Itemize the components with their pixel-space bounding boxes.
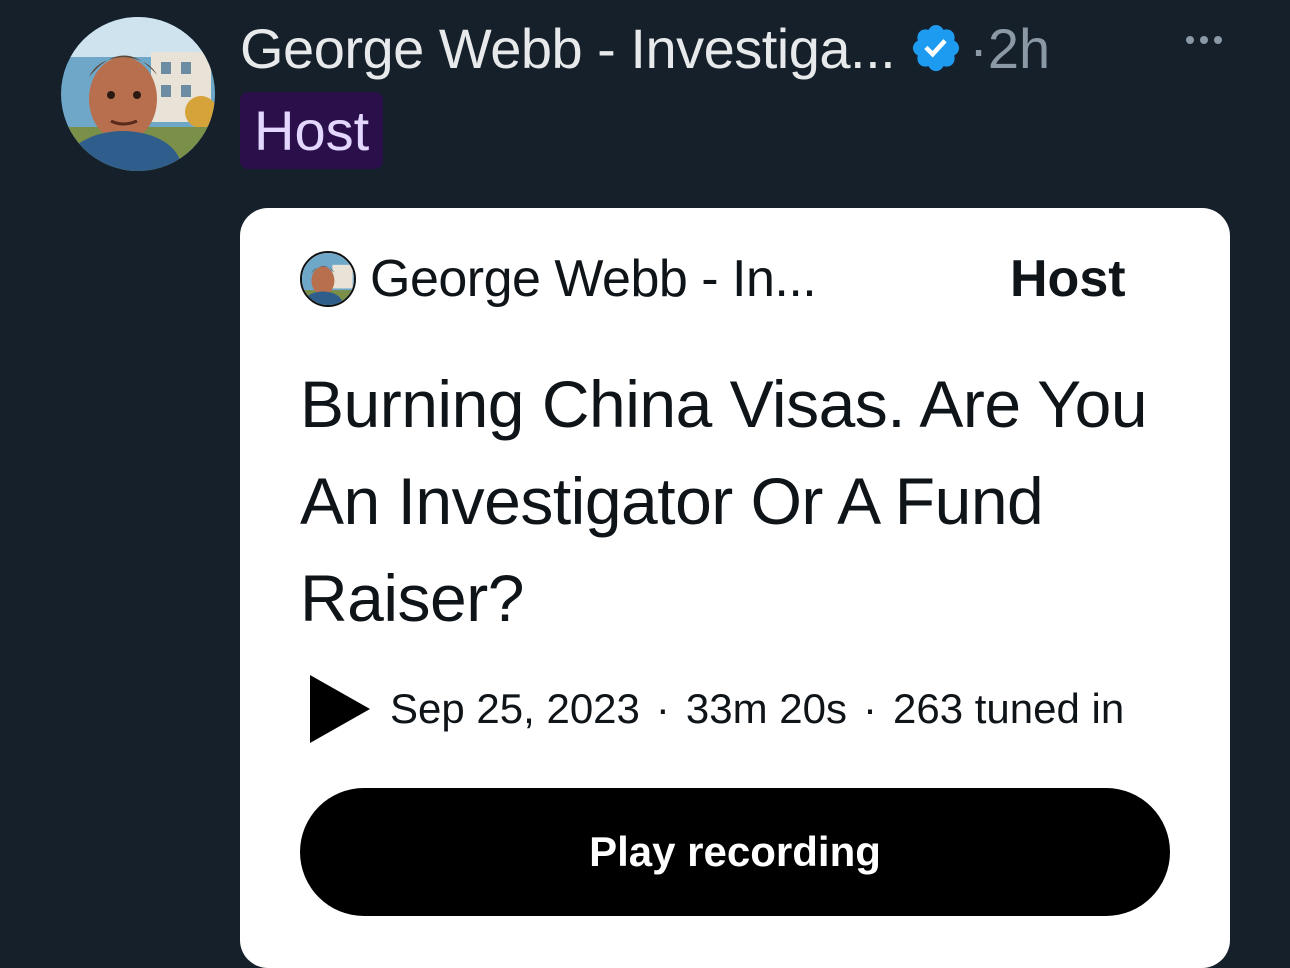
space-host-label: Host xyxy=(1010,250,1126,308)
space-host-name: George Webb - In... xyxy=(370,250,817,308)
host-badge: Host xyxy=(240,92,384,169)
display-name[interactable]: George Webb - Investiga... xyxy=(240,16,896,81)
play-recording-button[interactable]: Play recording xyxy=(300,788,1170,916)
space-listeners: 263 tuned in xyxy=(892,685,1125,732)
meta-separator: · xyxy=(862,685,877,732)
tweet-timestamp[interactable]: 2h xyxy=(988,16,1050,81)
space-date: Sep 25, 2023 xyxy=(390,685,640,732)
play-icon[interactable] xyxy=(310,675,370,743)
time-separator: · xyxy=(969,16,988,80)
space-card[interactable]: George Webb - In... Host Burning China V… xyxy=(240,208,1230,968)
more-options-icon[interactable] xyxy=(1180,28,1228,52)
user-avatar[interactable] xyxy=(61,17,215,171)
meta-separator: · xyxy=(655,685,670,732)
space-meta: Sep 25, 2023 · 33m 20s · 263 tuned in xyxy=(310,674,1124,744)
space-duration: 33m 20s xyxy=(685,685,847,732)
space-host-avatar xyxy=(300,251,356,307)
verified-badge-icon xyxy=(909,21,963,75)
space-title: Burning China Visas. Are You An Investig… xyxy=(300,367,1148,635)
tweet-header: George Webb - Investiga... · 2h xyxy=(240,12,1050,84)
